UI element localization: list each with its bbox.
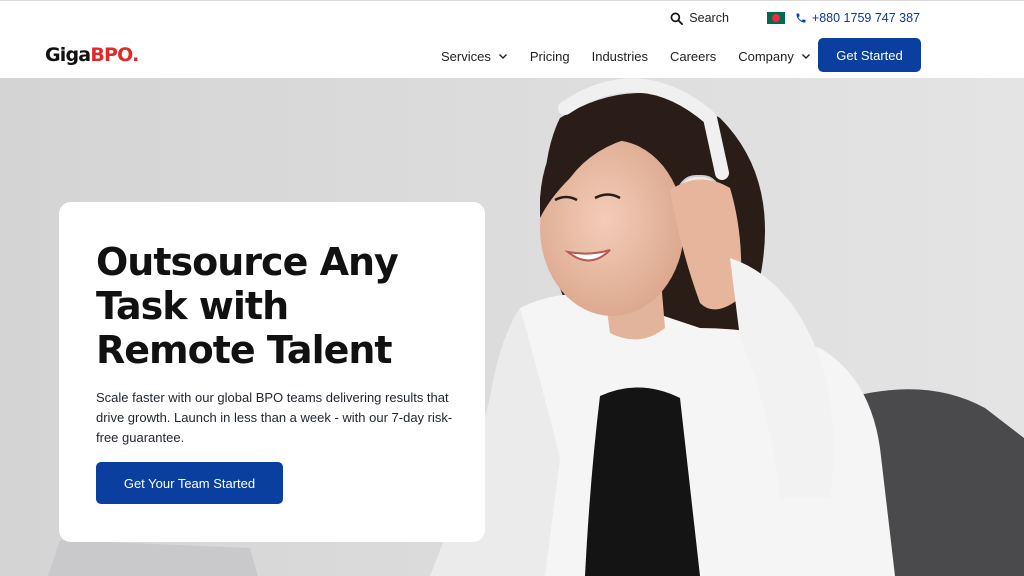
nav-item-careers[interactable]: Careers — [670, 48, 716, 64]
phone-icon — [796, 13, 806, 23]
search-icon — [670, 12, 684, 25]
hero-description: Scale faster with our global BPO teams d… — [96, 390, 453, 445]
chevron-down-icon — [801, 54, 810, 59]
nav-item-pricing[interactable]: Pricing — [530, 48, 570, 64]
chevron-down-icon — [498, 54, 507, 59]
gigabpo-logo[interactable]: GigaBPO. — [45, 44, 139, 66]
logo-dot: . — [132, 44, 139, 66]
hero-section: Outsource Any Task with Remote Talent Sc… — [0, 78, 1024, 576]
main-nav: Services Pricing Industries Careers Comp… — [441, 48, 811, 64]
search-label: Search — [689, 11, 729, 25]
get-your-team-started-button[interactable]: Get Your Team Started — [96, 462, 283, 504]
bangladesh-flag-icon — [766, 12, 785, 24]
nav-item-label: Services — [441, 48, 491, 64]
phone-number: +880 1759 747 387 — [811, 11, 920, 25]
hero-title: Outsource Any Task with Remote Talent — [96, 240, 399, 372]
nav-item-label: Company — [738, 48, 794, 64]
nav-item-company[interactable]: Company — [738, 48, 811, 64]
nav-item-label: Industries — [591, 48, 648, 64]
phone-link[interactable]: +880 1759 747 387 — [795, 11, 920, 25]
get-started-button[interactable]: Get Started — [818, 38, 921, 72]
logo-part-giga: Giga — [45, 44, 91, 66]
nav-item-label: Pricing — [529, 48, 570, 64]
nav-item-industries[interactable]: Industries — [592, 48, 648, 64]
logo-part-bpo: BPO — [90, 44, 133, 66]
site-header: Search +880 1759 747 387 GigaBPO. Servic… — [0, 0, 1024, 78]
hero-card: Outsource Any Task with Remote Talent Sc… — [59, 202, 485, 542]
nav-item-services[interactable]: Services — [441, 48, 508, 64]
search-link[interactable]: Search — [670, 11, 729, 25]
nav-item-label: Careers — [669, 48, 717, 64]
top-utility-bar: Search +880 1759 747 387 — [670, 8, 920, 28]
